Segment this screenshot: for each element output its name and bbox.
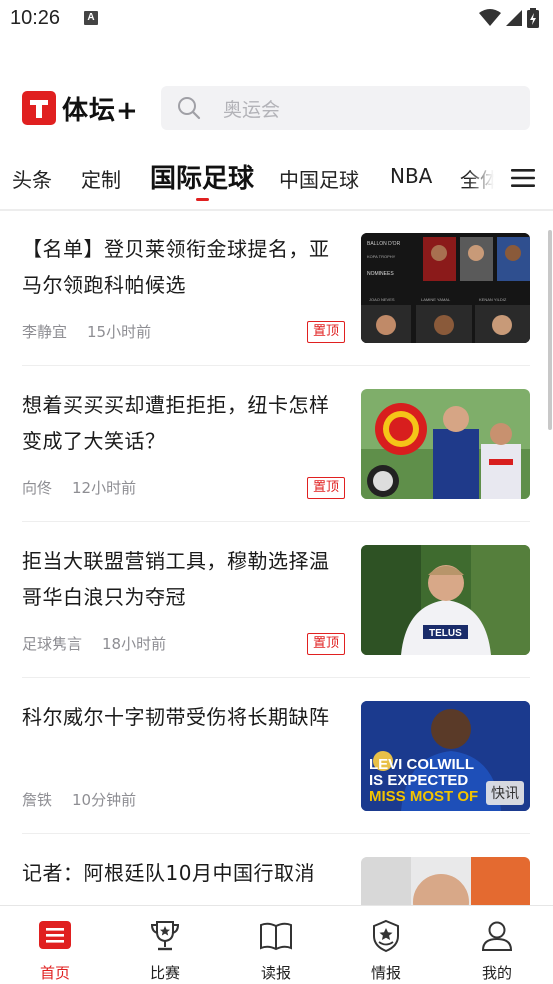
news-meta: 足球隽言 18小时前 — [22, 633, 166, 654]
bottom-nav: 首页 比赛 读报 情报 我的 — [0, 905, 553, 984]
news-thumbnail — [361, 389, 530, 499]
thumb-caption-line: MISS MOST OF — [369, 788, 479, 805]
pinned-badge: 置顶 — [307, 321, 345, 343]
nav-matches[interactable]: 比赛 — [110, 906, 220, 984]
tab-headlines[interactable]: 头条 — [12, 164, 52, 193]
nav-profile-label: 我的 — [481, 964, 512, 982]
news-meta: 向佟 12小时前 — [22, 477, 136, 498]
thumb-label: JOAO NEVES — [369, 297, 395, 302]
news-time: 12小时前 — [72, 479, 137, 497]
thumb-label: BALLON D'OR — [367, 241, 401, 247]
category-tabs: 头条 定制 国际足球 中国足球 NBA 全体 — [0, 150, 553, 208]
news-author: 詹铁 — [22, 791, 53, 809]
news-thumbnail: BALLON D'OR KOPA TROPHY NOMINEES JOAO NE… — [361, 233, 530, 343]
item-divider — [22, 521, 530, 522]
trophy-icon — [150, 921, 180, 951]
news-title: 记者：阿根廷队10月中国行取消 — [22, 861, 315, 885]
news-author: 向佟 — [22, 479, 53, 497]
news-title: 想着买买买却遭拒拒拒，纽卡怎样变成了大笑话？ — [22, 393, 330, 453]
item-divider — [22, 677, 530, 678]
news-title: 拒当大联盟营销工具，穆勒选择温哥华白浪只为夺冠 — [22, 549, 330, 609]
nav-read[interactable]: 读报 — [221, 906, 331, 984]
news-author: 足球隽言 — [22, 635, 83, 653]
news-item[interactable]: 【名单】登贝莱领衔金球提名，亚马尔领跑科帕候选 李静宜 15小时前 置顶 BAL… — [22, 211, 530, 367]
news-item[interactable]: 拒当大联盟营销工具，穆勒选择温哥华白浪只为夺冠 足球隽言 18小时前 置顶 TE… — [22, 523, 530, 679]
news-time: 10分钟前 — [72, 791, 137, 809]
tab-china-football[interactable]: 中国足球 — [279, 164, 359, 193]
feed-scrollbar[interactable] — [548, 230, 552, 430]
news-feed: 【名单】登贝莱领衔金球提名，亚马尔领跑科帕候选 李静宜 15小时前 置顶 BAL… — [0, 211, 553, 905]
tab-intl-football[interactable]: 国际足球 — [150, 158, 254, 195]
profile-icon — [481, 921, 513, 951]
news-thumbnail: TELUS — [361, 545, 530, 655]
active-tab-indicator — [196, 198, 209, 201]
news-thumbnail — [361, 857, 530, 905]
status-bar: 10:26 A — [0, 0, 553, 40]
nav-matches-label: 比赛 — [149, 964, 180, 982]
nav-home-label: 首页 — [39, 964, 70, 982]
wifi-icon — [479, 9, 501, 26]
battery-icon — [527, 8, 539, 28]
tab-nba[interactable]: NBA — [390, 164, 432, 188]
news-time: 18小时前 — [102, 635, 167, 653]
thumb-caption-line: IS EXPECTED — [369, 772, 469, 789]
nav-profile[interactable]: 我的 — [442, 906, 552, 984]
thumb-label: KENAN YILDIZ — [479, 297, 507, 302]
search-icon — [178, 97, 201, 120]
news-author: 李静宜 — [22, 323, 68, 341]
logo-t-icon — [22, 91, 56, 125]
news-meta: 詹铁 10分钟前 — [22, 789, 136, 810]
app-header: 体坛+ 奥运会 — [0, 84, 553, 132]
search-placeholder: 奥运会 — [223, 98, 281, 121]
thumb-label: TELUS — [429, 628, 462, 639]
item-divider — [22, 365, 530, 366]
thumb-label: NOMINEES — [367, 271, 394, 277]
menu-icon[interactable] — [510, 166, 536, 190]
thumb-label: KOPA TROPHY — [367, 254, 396, 259]
news-meta: 李静宜 15小时前 — [22, 321, 151, 342]
book-icon — [260, 922, 292, 951]
status-time: 10:26 — [10, 7, 61, 29]
news-item[interactable]: 科尔威尔十字韧带受伤将长期缺阵 詹铁 10分钟前 LEVI COLWILL IS… — [22, 679, 530, 835]
news-thumbnail: LEVI COLWILL IS EXPECTED MISS MOST OF 快讯 — [361, 701, 530, 811]
badge-star-icon — [373, 919, 399, 953]
news-item[interactable]: 记者：阿根廷队10月中国行取消 — [22, 835, 530, 905]
thumb-label: LAMINE YAMAL — [421, 297, 451, 302]
app-logo: 体坛+ — [22, 91, 139, 126]
search-input[interactable]: 奥运会 — [161, 86, 530, 130]
logo-text: 体坛+ — [62, 95, 139, 126]
status-icons — [479, 8, 539, 28]
news-item[interactable]: 想着买买买却遭拒拒拒，纽卡怎样变成了大笑话？ 向佟 12小时前 置顶 — [22, 367, 530, 523]
pinned-badge: 置顶 — [307, 633, 345, 655]
signal-icon — [506, 10, 522, 26]
flash-news-badge: 快讯 — [486, 781, 524, 805]
nav-intel[interactable]: 情报 — [331, 906, 441, 984]
nav-home[interactable]: 首页 — [0, 906, 110, 984]
notification-a-icon: A — [84, 11, 98, 25]
home-icon — [39, 921, 71, 949]
thumb-caption: LEVI COLWILL IS EXPECTED MISS MOST OF — [369, 757, 478, 805]
news-title: 【名单】登贝莱领衔金球提名，亚马尔领跑科帕候选 — [22, 237, 330, 297]
nav-read-label: 读报 — [260, 964, 291, 982]
nav-intel-label: 情报 — [370, 964, 401, 982]
tab-custom[interactable]: 定制 — [81, 164, 121, 193]
news-title: 科尔威尔十字韧带受伤将长期缺阵 — [22, 705, 330, 729]
thumb-caption-line: LEVI COLWILL — [369, 756, 474, 773]
news-time: 15小时前 — [87, 323, 152, 341]
pinned-badge: 置顶 — [307, 477, 345, 499]
item-divider — [22, 833, 530, 834]
